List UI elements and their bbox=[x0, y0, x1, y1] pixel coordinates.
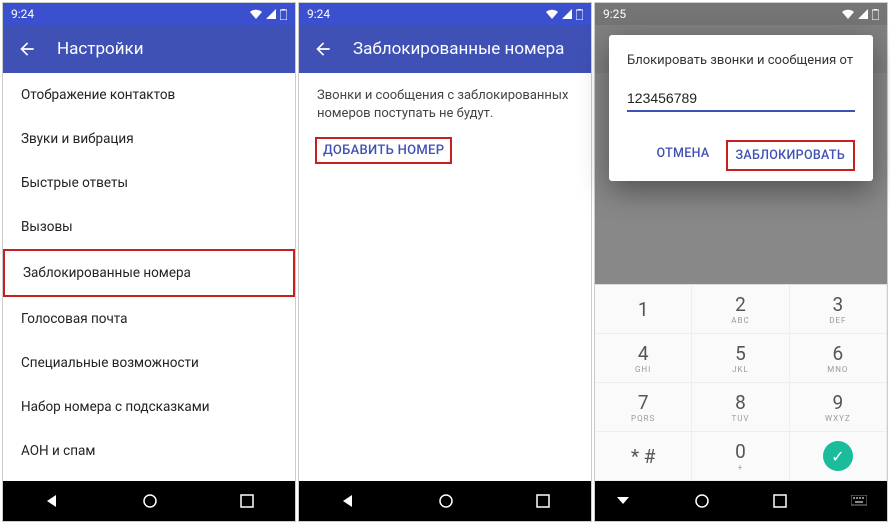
item-sounds-vibration[interactable]: Звуки и вибрация bbox=[3, 117, 295, 161]
numeric-keypad: 1 2ABC 3DEF 4GHI 5JKL 6MNO 7PQRS 8TUV 9W… bbox=[595, 284, 887, 481]
battery-icon bbox=[576, 9, 583, 20]
back-icon[interactable] bbox=[17, 39, 37, 59]
key-5[interactable]: 5JKL bbox=[692, 334, 789, 383]
key-3[interactable]: 3DEF bbox=[790, 285, 887, 334]
app-title: Настройки bbox=[57, 39, 144, 59]
nav-recent-icon[interactable] bbox=[240, 494, 254, 508]
key-confirm[interactable]: ✓ bbox=[790, 432, 887, 481]
nav-bar bbox=[3, 481, 295, 521]
item-calls[interactable]: Вызовы bbox=[3, 205, 295, 249]
wifi-icon bbox=[546, 9, 558, 19]
nav-bar bbox=[299, 481, 591, 521]
app-bar: Заблокированные номера bbox=[299, 25, 591, 73]
status-bar: 9:24 bbox=[3, 3, 295, 25]
item-blocked-numbers[interactable]: Заблокированные номера bbox=[3, 249, 295, 297]
key-2[interactable]: 2ABC bbox=[692, 285, 789, 334]
nav-home-icon[interactable] bbox=[695, 494, 709, 508]
key-4[interactable]: 4GHI bbox=[595, 334, 692, 383]
status-icons bbox=[546, 9, 583, 20]
check-icon: ✓ bbox=[823, 441, 853, 471]
status-icons bbox=[250, 9, 287, 20]
nav-recent-icon[interactable] bbox=[773, 494, 787, 508]
nav-bar bbox=[595, 481, 887, 521]
dialog-title: Блокировать звонки и сообщения от bbox=[627, 53, 855, 68]
key-8[interactable]: 8TUV bbox=[692, 383, 789, 432]
screen-block-dialog: 9:25 Заблокированные номера Звонки и соо… bbox=[594, 2, 888, 522]
blocked-desc: Звонки и сообщения с заблокированных ном… bbox=[299, 73, 591, 129]
dialog-actions: ОТМЕНА ЗАБЛОКИРОВАТЬ bbox=[627, 140, 855, 171]
key-star-hash[interactable]: * # bbox=[595, 432, 692, 481]
block-button[interactable]: ЗАБЛОКИРОВАТЬ bbox=[726, 140, 856, 171]
signal-icon bbox=[562, 9, 572, 19]
cancel-button[interactable]: ОТМЕНА bbox=[649, 140, 718, 171]
back-icon[interactable] bbox=[313, 39, 333, 59]
app-title: Заблокированные номера bbox=[353, 39, 564, 59]
key-9[interactable]: 9WXYZ bbox=[790, 383, 887, 432]
item-assisted-dialing[interactable]: Набор номера с подсказками bbox=[3, 385, 295, 429]
nav-home-icon[interactable] bbox=[143, 494, 157, 508]
wifi-icon bbox=[250, 9, 262, 19]
item-quick-responses[interactable]: Быстрые ответы bbox=[3, 161, 295, 205]
phone-number-input[interactable] bbox=[627, 86, 855, 112]
settings-list: Отображение контактов Звуки и вибрация Б… bbox=[3, 73, 295, 481]
status-time: 9:24 bbox=[307, 7, 330, 21]
item-nearby-places[interactable]: Места рядом bbox=[3, 473, 295, 481]
nav-back-icon[interactable] bbox=[44, 493, 60, 509]
screen-settings: 9:24 Настройки Отображение контактов Зву… bbox=[2, 2, 296, 522]
key-7[interactable]: 7PQRS bbox=[595, 383, 692, 432]
key-6[interactable]: 6MNO bbox=[790, 334, 887, 383]
block-dialog: Блокировать звонки и сообщения от ОТМЕНА… bbox=[609, 35, 873, 181]
item-accessibility[interactable]: Специальные возможности bbox=[3, 341, 295, 385]
item-contacts-display[interactable]: Отображение контактов bbox=[3, 73, 295, 117]
nav-back-icon[interactable] bbox=[340, 493, 356, 509]
key-1[interactable]: 1 bbox=[595, 285, 692, 334]
keyboard-switch-icon[interactable] bbox=[851, 495, 867, 507]
nav-recent-icon[interactable] bbox=[536, 494, 550, 508]
nav-home-icon[interactable] bbox=[439, 494, 453, 508]
add-number-button[interactable]: ДОБАВИТЬ НОМЕР bbox=[315, 137, 452, 164]
item-voicemail[interactable]: Голосовая почта bbox=[3, 297, 295, 341]
status-bar: 9:24 bbox=[299, 3, 591, 25]
item-caller-id-spam[interactable]: АОН и спам bbox=[3, 429, 295, 473]
blocked-content: Звонки и сообщения с заблокированных ном… bbox=[299, 73, 591, 481]
battery-icon bbox=[280, 9, 287, 20]
status-time: 9:24 bbox=[11, 7, 34, 21]
app-bar: Настройки bbox=[3, 25, 295, 73]
signal-icon bbox=[266, 9, 276, 19]
nav-back-down-icon[interactable] bbox=[615, 495, 631, 507]
key-0[interactable]: 0+ bbox=[692, 432, 789, 481]
screen-blocked-list: 9:24 Заблокированные номера Звонки и соо… bbox=[298, 2, 592, 522]
